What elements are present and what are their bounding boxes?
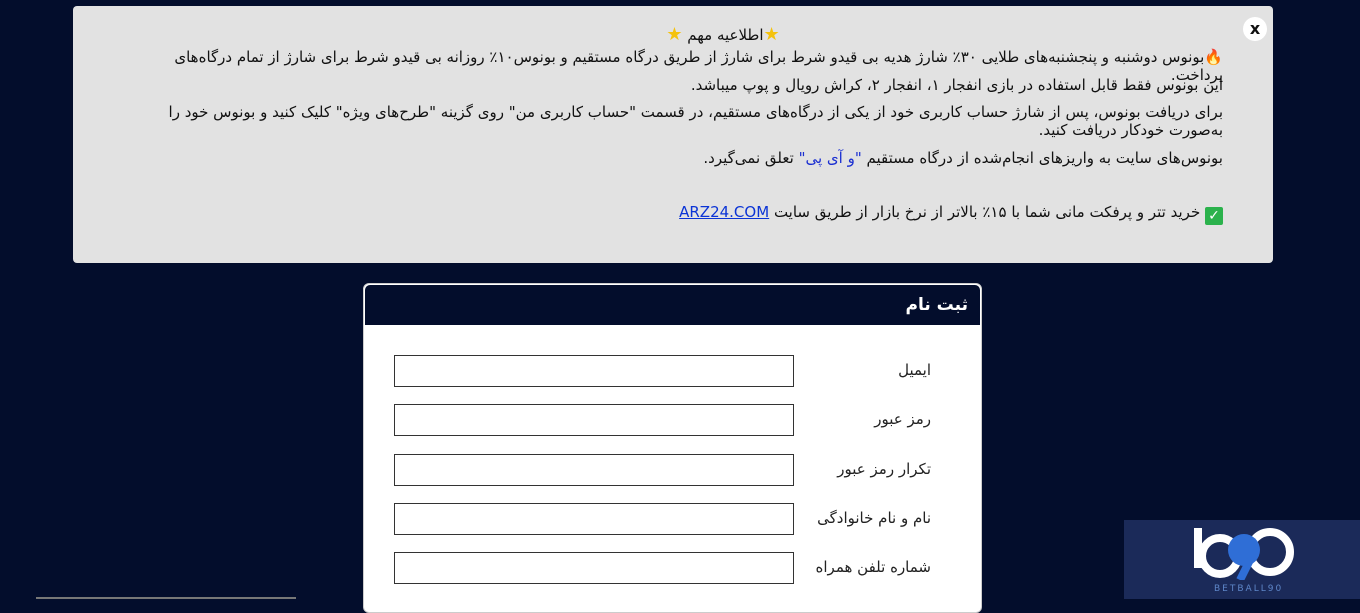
announcement-line-2: این بونوس فقط قابل استفاده در بازی انفجا… [690,76,1223,94]
confirm-password-row: تکرار رمز عبور [364,454,981,486]
password-label: رمز عبور [874,410,931,428]
announcement-line-4: بونوس‌های سایت به واریزهای انجام‌شده از … [703,149,1223,167]
phone-field[interactable] [394,552,794,584]
confirm-password-label: تکرار رمز عبور [837,460,931,478]
vip-highlight: "و آی پی" [798,149,862,167]
password-row: رمز عبور [364,404,981,436]
star-icon: ★ [666,24,683,45]
fullname-label: نام و نام خانوادگی [817,509,931,527]
arz24-link[interactable]: ARZ24.COM [679,203,769,221]
confirm-password-field[interactable] [394,454,794,486]
phone-row: شماره تلفن همراه [364,552,981,584]
form-title: ثبت نام [364,284,981,326]
brand-logo: BETBALL90 [1124,520,1360,599]
registration-form: ثبت نام ایمیل رمز عبور تکرار رمز عبور نا… [363,283,982,613]
announcement-panel: x ★اطلاعیه مهم ★ 🔥بونوس دوشنبه و پنجشنبه… [73,6,1273,263]
fullname-row: نام و نام خانوادگی [364,503,981,535]
phone-label: شماره تلفن همراه [815,558,931,576]
email-label: ایمیل [898,361,931,379]
announcement-title: ★اطلاعیه مهم ★ [666,24,780,45]
fullname-field[interactable] [394,503,794,535]
email-row: ایمیل [364,355,981,387]
password-field[interactable] [394,404,794,436]
fire-icon: 🔥 [1204,48,1223,66]
star-icon: ★ [763,24,780,45]
announcement-line-5: ✓ خرید تتر و پرفکت مانی شما با ۱۵٪ بالات… [163,203,1223,225]
logo-text: BETBALL90 [1214,584,1284,594]
email-field[interactable] [394,355,794,387]
checkmark-icon: ✓ [1205,207,1223,225]
announcement-line-3: برای دریافت بونوس، پس از شارژ حساب کاربر… [168,103,1223,139]
logo-mark-icon [1194,528,1294,580]
